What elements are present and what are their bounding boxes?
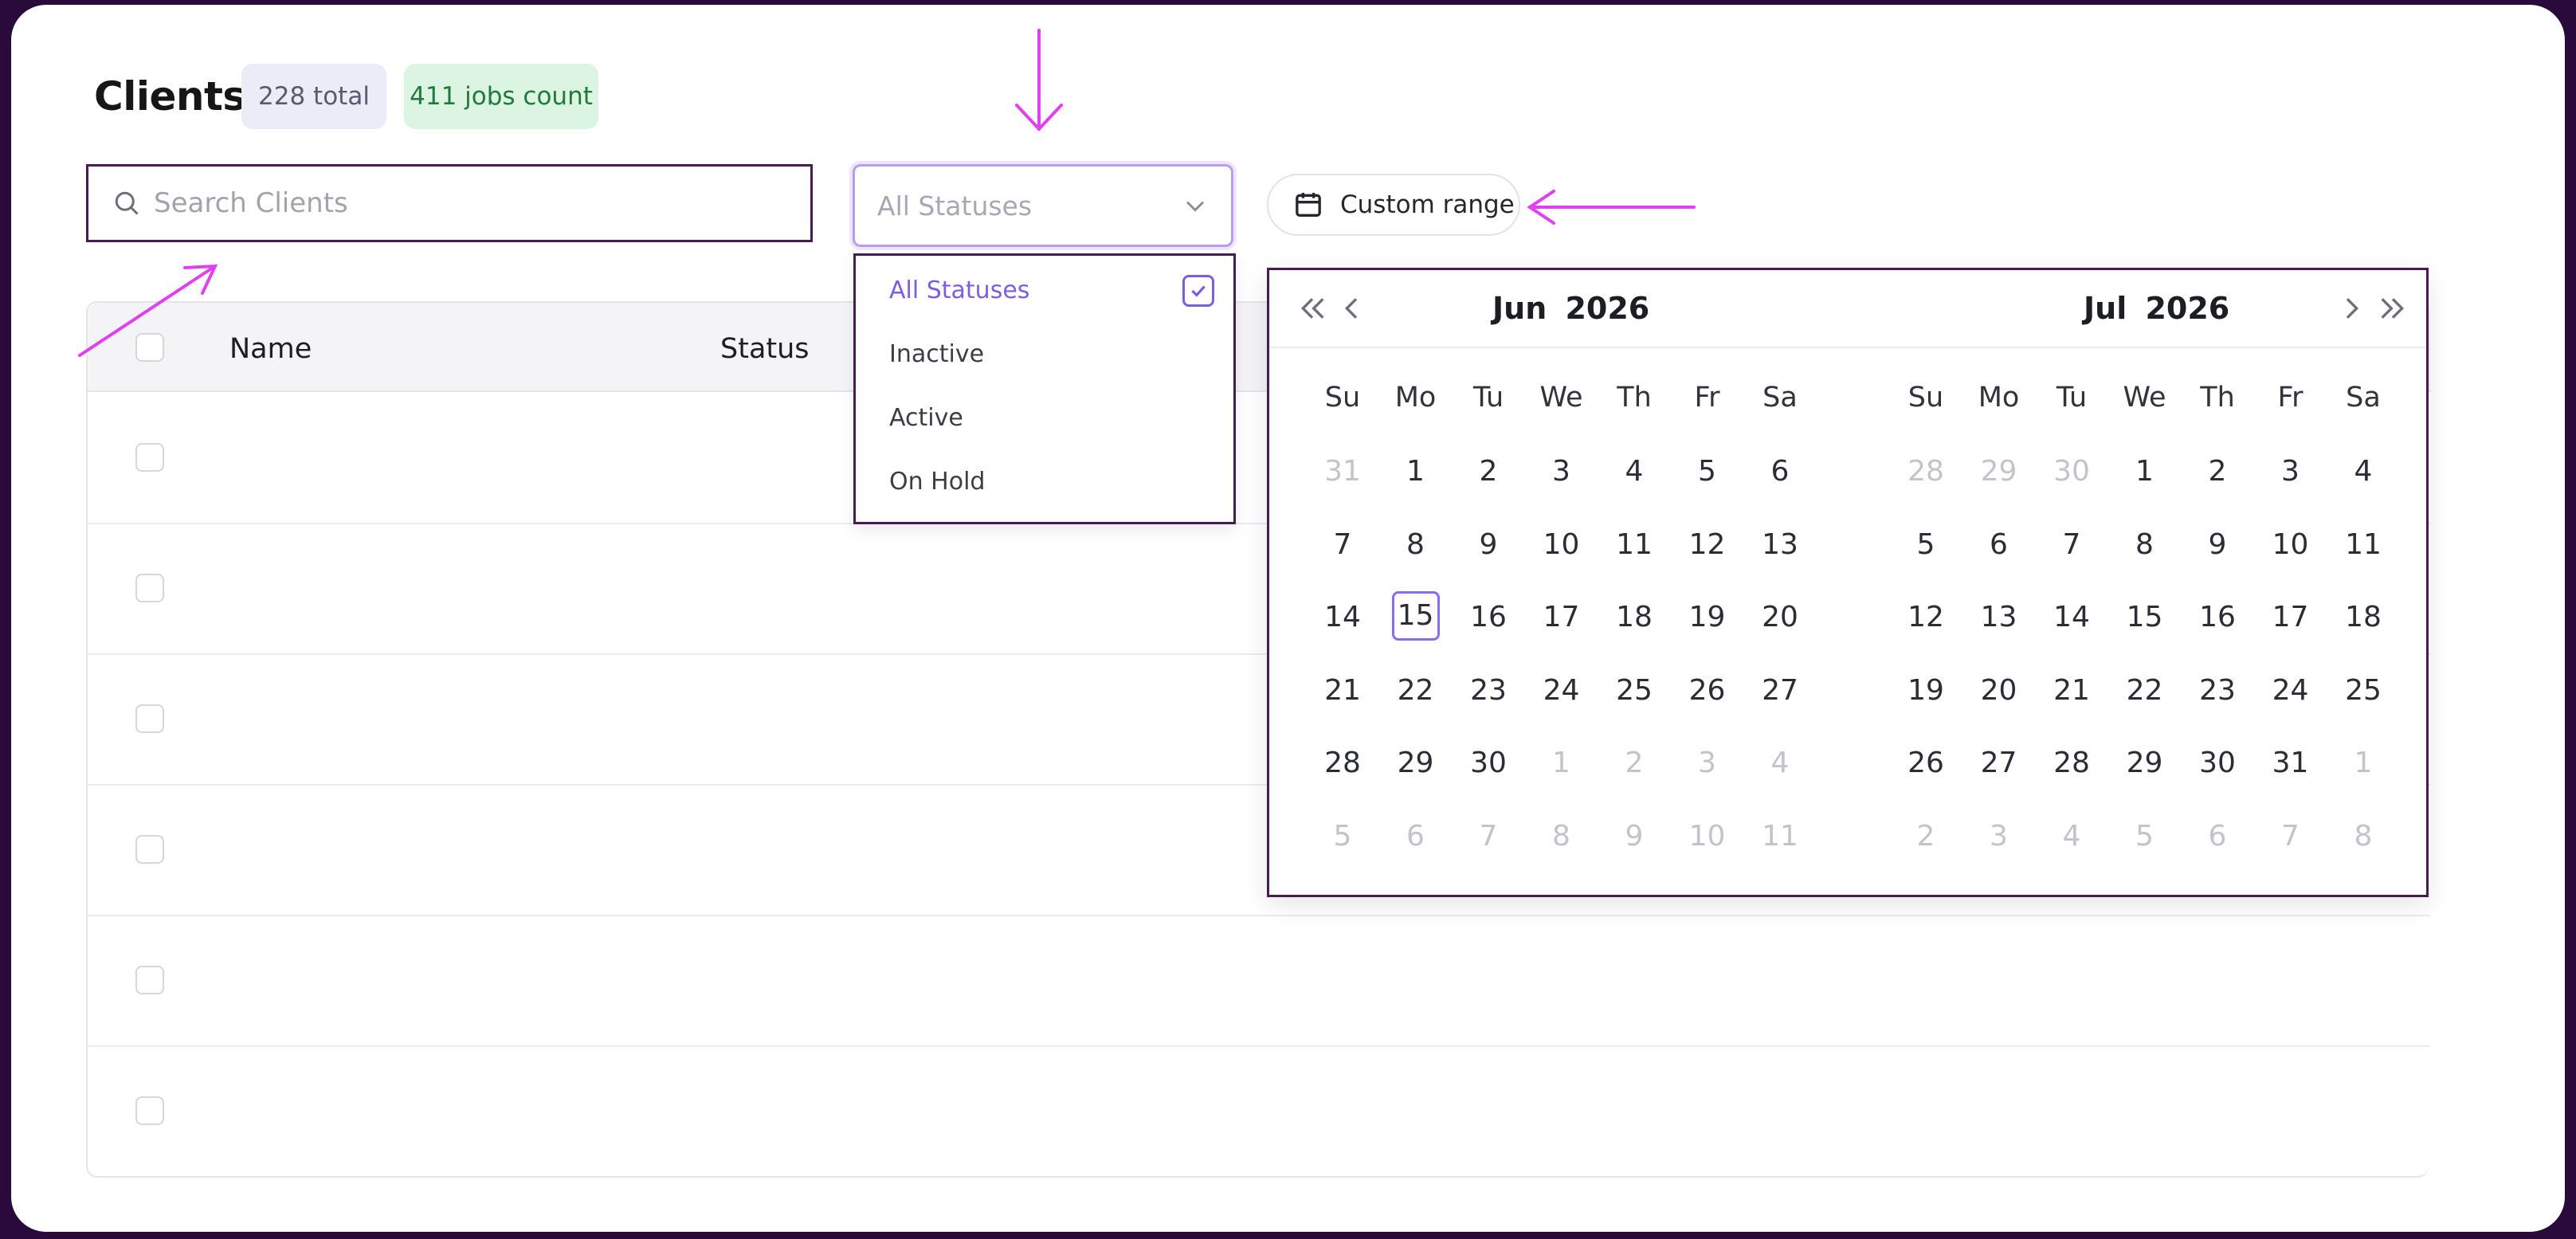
arrow-up-right-icon [78, 264, 218, 357]
arrow-down-icon [1015, 29, 1063, 131]
annotation-arrows [78, 29, 1696, 357]
arrow-left-icon [1527, 190, 1696, 225]
